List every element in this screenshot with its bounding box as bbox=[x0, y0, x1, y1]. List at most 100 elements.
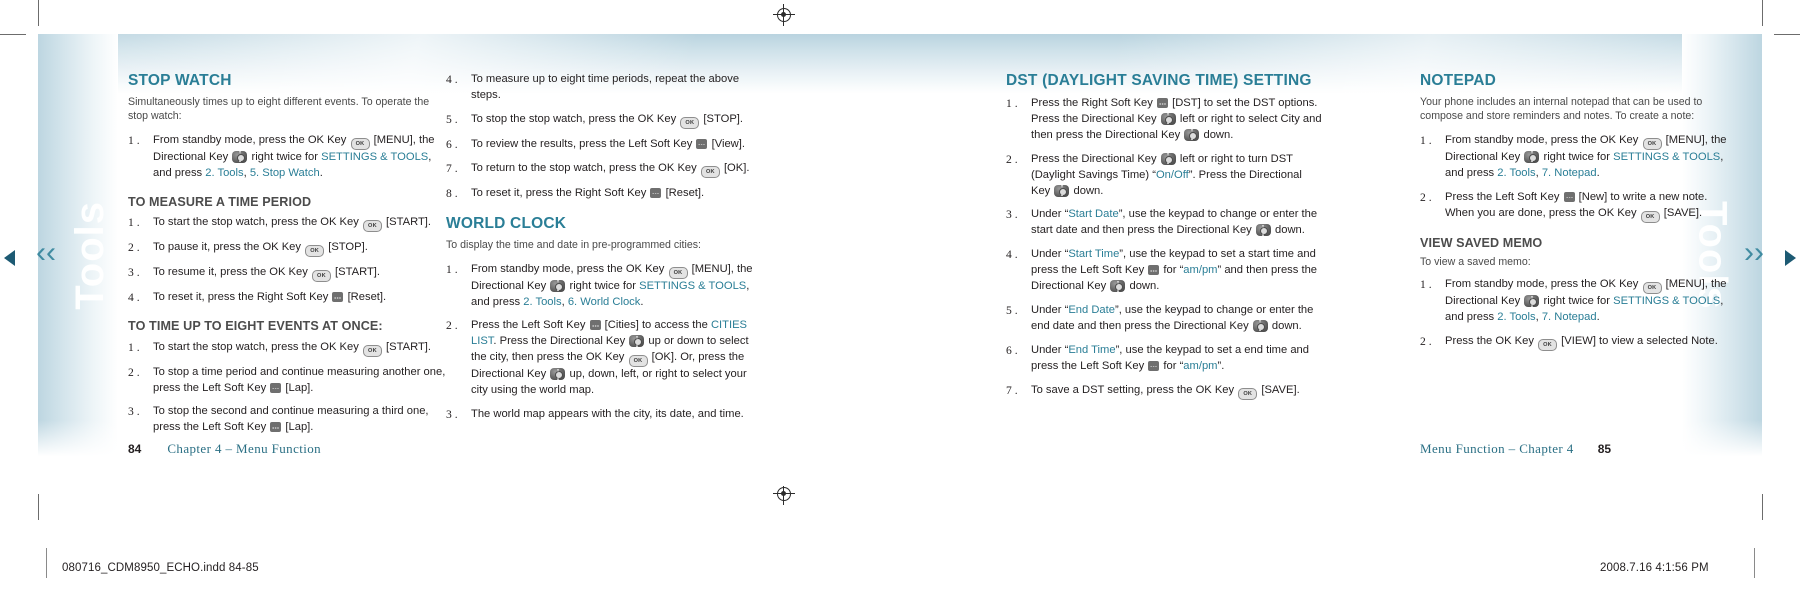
step-number: 1 . bbox=[1006, 97, 1018, 111]
step-number: 3 . bbox=[128, 405, 140, 419]
soft-key-icon bbox=[1563, 191, 1575, 202]
step-number: 2 . bbox=[128, 241, 140, 255]
soft-key-icon bbox=[270, 422, 282, 433]
thumb-tab-label: Tools bbox=[67, 200, 112, 310]
slug-timestamp: 2008.7.16 4:1:56 PM bbox=[1600, 562, 1709, 574]
directional-key-icon bbox=[550, 368, 566, 381]
step-item: 2 . Press the OK Key OK [VIEW] to view a … bbox=[1420, 334, 1738, 351]
column-dst-setting: DST (DAYLIGHT SAVING TIME) SETTING 1 . Pr… bbox=[1006, 72, 1324, 408]
menu-path-link: End Date bbox=[1068, 304, 1115, 317]
menu-path-link: End Time bbox=[1068, 343, 1116, 356]
step-number: 6 . bbox=[1006, 343, 1018, 357]
step-item: 7 . To return to the stop watch, press th… bbox=[446, 161, 764, 178]
directional-key-icon bbox=[1160, 112, 1176, 125]
step-number: 4 . bbox=[446, 73, 458, 86]
menu-path-link: 7. Notepad bbox=[1541, 311, 1597, 324]
directional-key-icon bbox=[1524, 150, 1540, 163]
step-number: 7 . bbox=[446, 161, 458, 175]
step-number: 3 . bbox=[446, 408, 458, 422]
manual-page-spread: ‹‹ ›› Tools Tools STOP WATCH Simultaneou… bbox=[0, 0, 1800, 589]
step-number: 5 . bbox=[446, 112, 458, 126]
step-item: 3 . To resume it, press the OK Key OK [ST… bbox=[128, 265, 446, 283]
step-item: 2 . To pause it, press the OK Key OK [STO… bbox=[128, 240, 446, 258]
step-item: 2 . Press the Left Soft Key [New] to writ… bbox=[1420, 190, 1738, 223]
step-item: 2 . Press the Left Soft Key [Cities] to a… bbox=[446, 319, 749, 397]
menu-path-link: 2. Tools bbox=[1497, 166, 1536, 179]
ok-key-icon: OK bbox=[1642, 137, 1662, 150]
step-item: 1 . To start the stop watch, press the OK… bbox=[128, 215, 446, 233]
section-title-dst: DST (DAYLIGHT SAVING TIME) SETTING bbox=[1006, 72, 1312, 89]
step-number: 1 . bbox=[446, 262, 458, 276]
directional-key-icon bbox=[1110, 280, 1126, 293]
footer-right: Menu Function – Chapter 4 85 bbox=[1420, 440, 1611, 458]
step-item: 5 . Under “End Date”, use the keypad to c… bbox=[1006, 304, 1314, 332]
registration-mark-icon bbox=[773, 483, 795, 505]
soft-key-icon bbox=[332, 292, 344, 303]
subsection-intro: To view a saved memo: bbox=[1420, 256, 1531, 269]
subsection-title-eight-events: TO TIME UP TO EIGHT EVENTS AT ONCE: bbox=[128, 319, 383, 334]
ok-key-icon: OK bbox=[1538, 338, 1558, 351]
step-number: 1 . bbox=[128, 216, 140, 230]
section-intro: To display the time and date in pre-prog… bbox=[446, 238, 701, 251]
ok-key-icon: OK bbox=[628, 355, 648, 368]
subsection-title-measure-period: TO MEASURE A TIME PERIOD bbox=[128, 194, 312, 209]
menu-path-link: 2. Tools bbox=[523, 295, 562, 308]
crop-mark bbox=[1774, 34, 1800, 35]
soft-key-icon bbox=[589, 320, 601, 331]
step-number: 7 . bbox=[1006, 383, 1018, 397]
directional-key-icon bbox=[1255, 224, 1271, 237]
soft-key-icon bbox=[1157, 98, 1168, 109]
step-item: 6 . To review the results, press the Left… bbox=[446, 137, 764, 153]
soft-key-icon bbox=[1148, 265, 1160, 276]
step-item: 1 . From standby mode, press the OK Key O… bbox=[128, 133, 435, 179]
step-number: 2 . bbox=[1420, 334, 1432, 348]
thumb-tab-tools-left: Tools bbox=[62, 170, 118, 340]
soft-key-icon bbox=[650, 187, 662, 198]
subsection-title-view-saved-memo: VIEW SAVED MEMO bbox=[1420, 235, 1543, 250]
step-item: 3 . Under “Start Date”, use the keypad to… bbox=[1006, 208, 1318, 237]
steps-list-continued: 4 . To measure up to eight time periods, … bbox=[446, 72, 764, 202]
step-item: 1 . From standby mode, press the OK Key O… bbox=[1420, 133, 1727, 179]
step-item: 1 . From standby mode, press the OK Key O… bbox=[446, 262, 753, 308]
ok-key-icon: OK bbox=[311, 270, 331, 283]
column-stop-watch: STOP WATCH Simultaneously times up to ei… bbox=[128, 72, 446, 444]
page-number-left: 84 bbox=[128, 442, 142, 456]
steps-list: 1 . To start the stop watch, press the OK… bbox=[128, 340, 446, 437]
slug-filename: 080716_CDM8950_ECHO.indd 84-85 bbox=[62, 562, 259, 574]
directional-key-icon bbox=[1252, 319, 1268, 332]
registration-mark-icon bbox=[773, 4, 795, 26]
column-notepad: NOTEPAD Your phone includes an internal … bbox=[1420, 72, 1738, 359]
step-number: 2 . bbox=[1420, 190, 1432, 204]
menu-path-link: SETTINGS & TOOLS bbox=[1613, 295, 1721, 308]
step-item: 4 . Under “Start Time”, use the keypad to… bbox=[1006, 248, 1318, 293]
step-number: 1 . bbox=[1420, 133, 1432, 147]
step-item: 1 . From standby mode, press the OK Key O… bbox=[1420, 278, 1727, 324]
step-number: 8 . bbox=[446, 186, 458, 200]
step-number: 2 . bbox=[128, 365, 140, 379]
step-number: 4 . bbox=[1006, 248, 1018, 262]
steps-list: 1 . From standby mode, press the OK Key O… bbox=[1420, 133, 1738, 223]
menu-path-link: am/pm bbox=[1183, 264, 1218, 277]
ok-key-icon: OK bbox=[1642, 282, 1662, 295]
steps-list: 1 . From standby mode, press the OK Key O… bbox=[446, 262, 764, 423]
ok-key-icon: OK bbox=[700, 165, 720, 178]
menu-path-link: 2. Tools bbox=[1497, 311, 1536, 324]
left-chevron-icon: ‹‹ bbox=[36, 236, 56, 269]
crop-mark bbox=[1762, 494, 1763, 520]
step-item: 1 . To start the stop watch, press the OK… bbox=[128, 340, 446, 357]
ok-key-icon: OK bbox=[680, 116, 700, 129]
step-number: 1 . bbox=[128, 133, 140, 147]
step-number: 3 . bbox=[1006, 208, 1018, 222]
footer-text-left: Chapter 4 – Menu Function bbox=[167, 441, 322, 456]
step-number: 6 . bbox=[446, 137, 458, 151]
section-intro: Your phone includes an internal notepad … bbox=[1420, 96, 1703, 123]
page-number-right: 85 bbox=[1597, 442, 1612, 456]
step-item: 4 . To measure up to eight time periods, … bbox=[446, 73, 740, 101]
step-number: 2 . bbox=[1006, 152, 1018, 166]
ok-key-icon: OK bbox=[1640, 210, 1660, 223]
footer-text-right: Menu Function – Chapter 4 bbox=[1420, 441, 1574, 456]
crop-mark bbox=[38, 494, 39, 520]
column-world-clock: 4 . To measure up to eight time periods, … bbox=[446, 72, 764, 431]
section-intro: Simultaneously times up to eight differe… bbox=[128, 96, 430, 123]
right-arrow-mark-icon bbox=[1785, 250, 1796, 266]
